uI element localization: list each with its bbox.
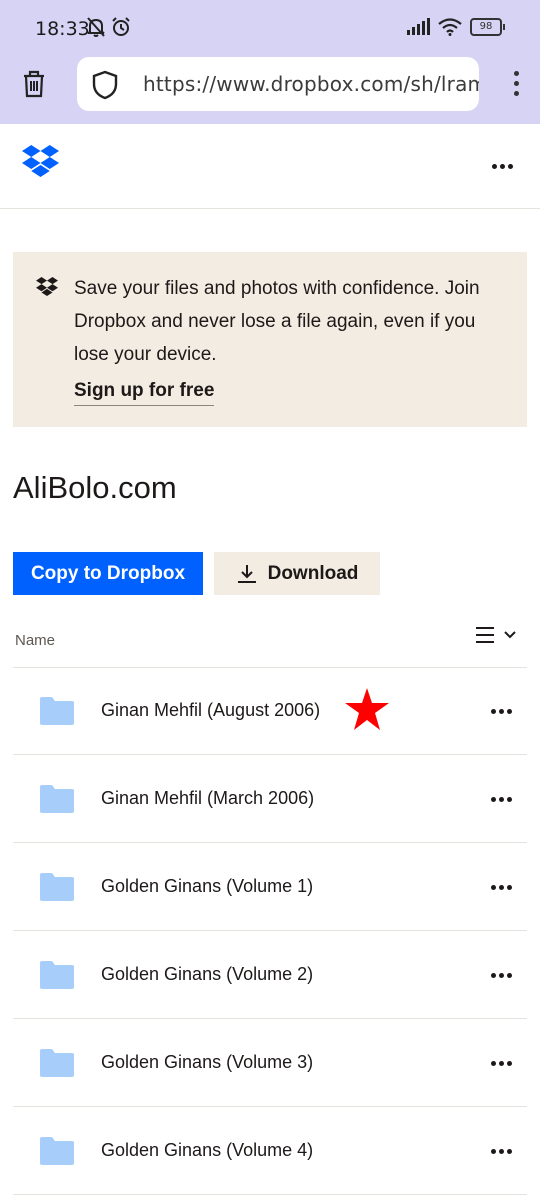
star-marker-icon [345,688,389,730]
folder-icon [40,697,74,725]
item-name[interactable]: Golden Ginans (Volume 1) [101,876,313,897]
view-toggle[interactable] [475,626,517,644]
list-item[interactable]: Ginan Mehfil (March 2006) [13,755,527,843]
dropbox-logo-icon[interactable] [22,145,59,177]
download-label: Download [267,562,359,584]
folder-icon [40,1049,74,1077]
item-name[interactable]: Golden Ginans (Volume 3) [101,1052,313,1073]
more-icon[interactable] [483,697,519,725]
item-name[interactable]: Golden Ginans (Volume 2) [101,964,313,985]
more-icon[interactable] [483,873,519,901]
page-title: AliBolo.com [13,470,177,505]
list-item[interactable]: Ginan Mehfil (August 2006) [13,667,527,755]
folder-icon [40,873,74,901]
list-item[interactable]: Golden Ginans (Volume 4) [13,1107,527,1195]
signup-link[interactable]: Sign up for free [74,380,215,406]
battery-icon: 98 [470,18,505,36]
more-icon[interactable] [483,1137,519,1165]
shield-icon[interactable] [91,70,119,100]
download-icon [237,564,256,583]
status-right: 98 [406,18,505,36]
column-name-header[interactable]: Name [15,632,55,649]
alarm-icon [112,17,130,36]
list-item[interactable]: Golden Ginans (Volume 1) [13,843,527,931]
item-name[interactable]: Ginan Mehfil (March 2006) [101,788,314,809]
list-view-icon [476,627,494,643]
more-icon[interactable] [484,152,520,180]
copy-to-dropbox-button[interactable]: Copy to Dropbox [13,552,203,595]
chevron-down-icon [504,631,516,639]
status-bar: 18:33 98 [0,0,540,58]
url-text[interactable]: https://www.dropbox.com/sh/lramvc [143,72,479,96]
file-list: Ginan Mehfil (August 2006) Ginan Mehfil … [13,667,527,1195]
browser-chrome: 18:33 98 https://www.dropbox.com/sh/lram… [0,0,540,124]
address-bar[interactable]: https://www.dropbox.com/sh/lramvc [77,57,479,111]
mute-icon [87,17,105,37]
folder-icon [40,1137,74,1165]
signup-banner: Save your files and photos with confiden… [13,252,527,427]
more-icon[interactable] [483,1049,519,1077]
list-item[interactable]: Golden Ginans (Volume 2) [13,931,527,1019]
folder-icon [40,961,74,989]
menu-icon[interactable] [505,68,527,102]
list-header: Name [13,618,527,668]
item-name[interactable]: Ginan Mehfil (August 2006) [101,700,320,721]
more-icon[interactable] [483,785,519,813]
list-item[interactable]: Golden Ginans (Volume 3) [13,1019,527,1107]
dropbox-logo-icon [36,277,58,296]
item-name[interactable]: Golden Ginans (Volume 4) [101,1140,313,1161]
wifi-icon [438,18,462,36]
banner-text: Save your files and photos with confiden… [74,278,480,365]
trash-icon[interactable] [18,68,50,100]
status-time: 18:33 [35,18,90,40]
more-icon[interactable] [483,961,519,989]
download-button[interactable]: Download [214,552,380,595]
signal-icon [407,18,430,35]
dropbox-header [0,124,540,209]
folder-icon [40,785,74,813]
